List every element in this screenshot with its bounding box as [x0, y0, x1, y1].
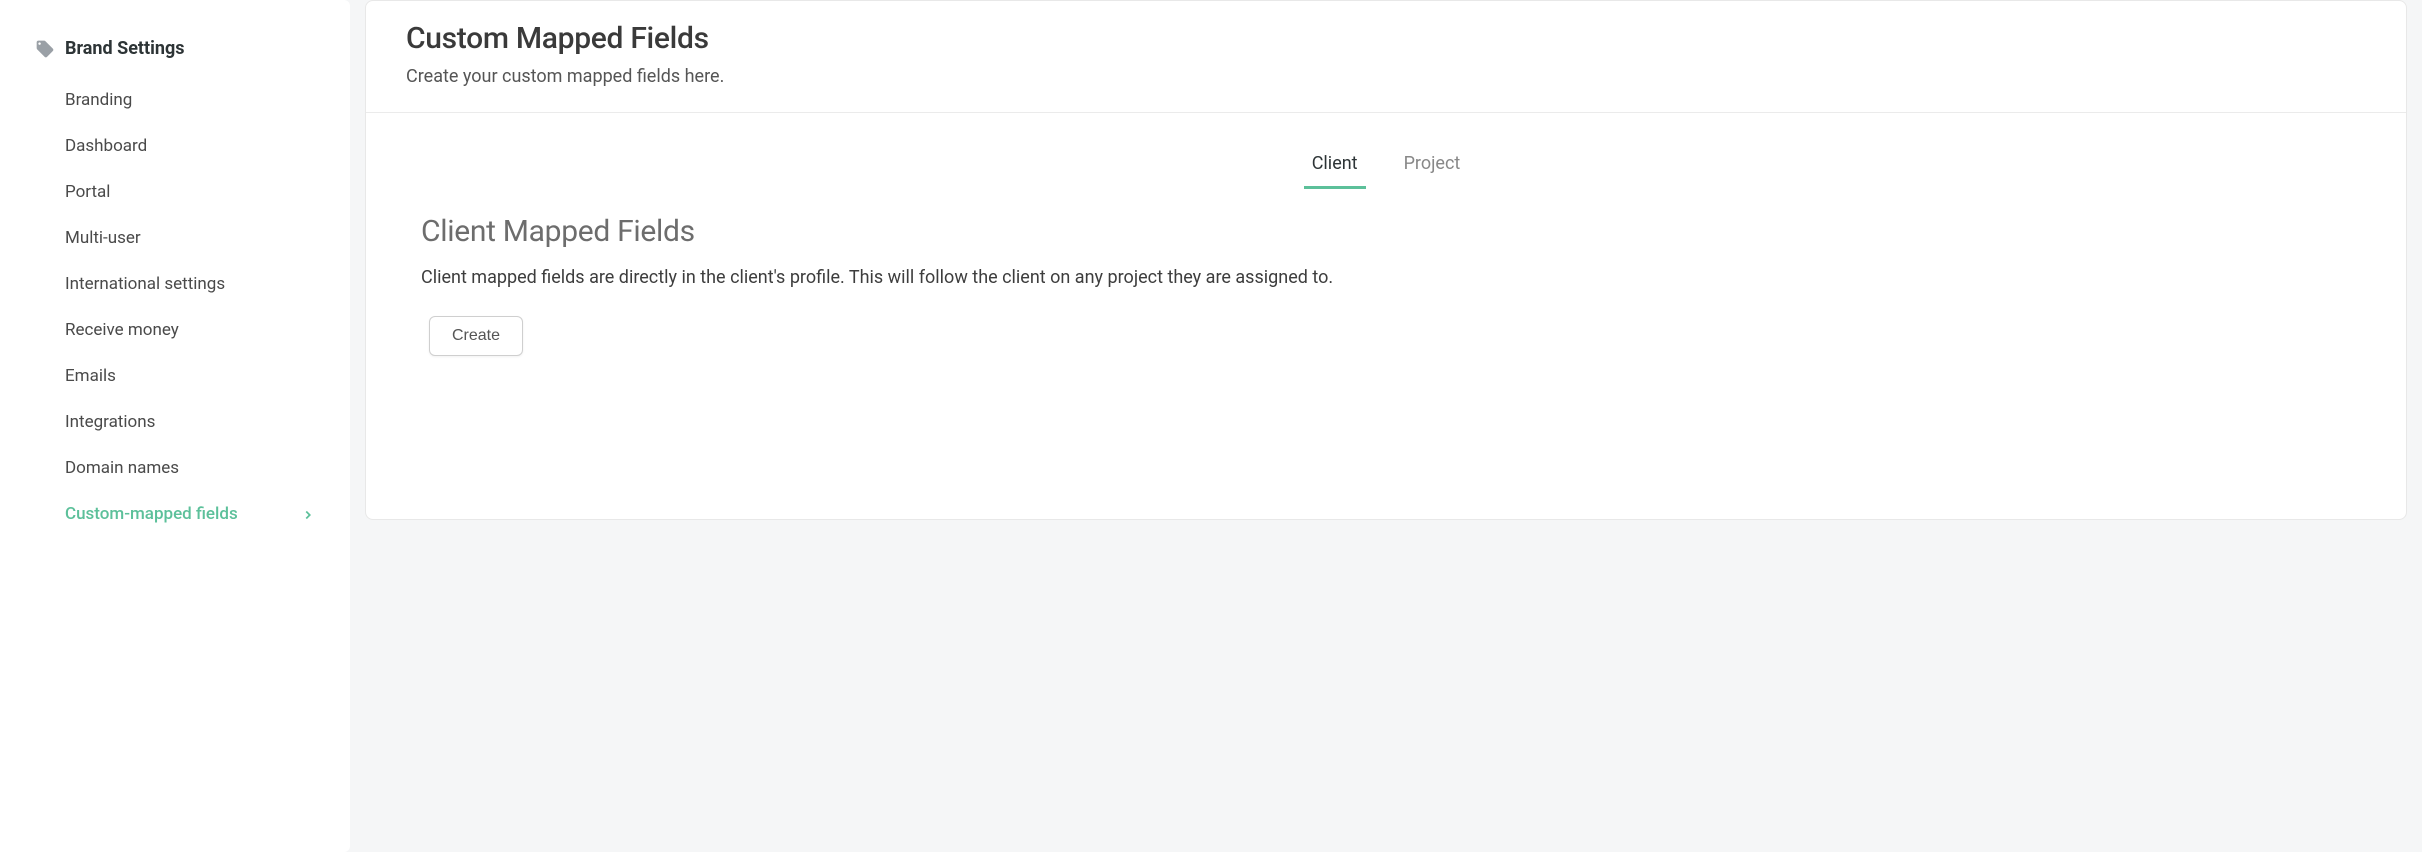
sidebar-item-international-settings[interactable]: International settings [0, 261, 350, 307]
sidebar-item-label: Custom-mapped fields [65, 504, 238, 524]
sidebar-item-label: Emails [65, 366, 116, 386]
sidebar-item-branding[interactable]: Branding [0, 77, 350, 123]
sidebar-item-label: Domain names [65, 458, 179, 478]
create-button[interactable]: Create [429, 316, 523, 356]
sidebar-header: Brand Settings [0, 30, 350, 77]
tab-project[interactable]: Project [1396, 153, 1469, 189]
sidebar-item-emails[interactable]: Emails [0, 353, 350, 399]
sidebar-item-label: Branding [65, 90, 132, 110]
section-description: Client mapped fields are directly in the… [421, 267, 2351, 288]
tag-icon [35, 39, 55, 59]
section-client-mapped-fields: Client Mapped Fields Client mapped field… [366, 189, 2406, 381]
sidebar-item-label: Portal [65, 182, 110, 202]
sidebar-item-receive-money[interactable]: Receive money [0, 307, 350, 353]
section-title: Client Mapped Fields [421, 214, 2351, 249]
sidebar-item-label: Integrations [65, 412, 155, 432]
main-content: Custom Mapped Fields Create your custom … [350, 0, 2422, 852]
sidebar: Brand Settings Branding Dashboard Portal… [0, 0, 350, 852]
sidebar-header-title: Brand Settings [65, 38, 185, 59]
sidebar-item-label: Multi-user [65, 228, 141, 248]
sidebar-item-dashboard[interactable]: Dashboard [0, 123, 350, 169]
sidebar-item-integrations[interactable]: Integrations [0, 399, 350, 445]
sidebar-item-label: Dashboard [65, 136, 147, 156]
sidebar-item-custom-mapped-fields[interactable]: Custom-mapped fields [0, 491, 350, 537]
sidebar-item-domain-names[interactable]: Domain names [0, 445, 350, 491]
page-title: Custom Mapped Fields [406, 21, 2366, 56]
tabs: Client Project [366, 113, 2406, 189]
chevron-right-icon [301, 507, 315, 521]
sidebar-item-label: Receive money [65, 320, 179, 340]
card-header: Custom Mapped Fields Create your custom … [366, 1, 2406, 113]
content-card: Custom Mapped Fields Create your custom … [365, 0, 2407, 520]
sidebar-item-portal[interactable]: Portal [0, 169, 350, 215]
page-subtitle: Create your custom mapped fields here. [406, 66, 2366, 87]
sidebar-item-multi-user[interactable]: Multi-user [0, 215, 350, 261]
sidebar-item-label: International settings [65, 274, 225, 294]
tab-client[interactable]: Client [1304, 153, 1366, 189]
